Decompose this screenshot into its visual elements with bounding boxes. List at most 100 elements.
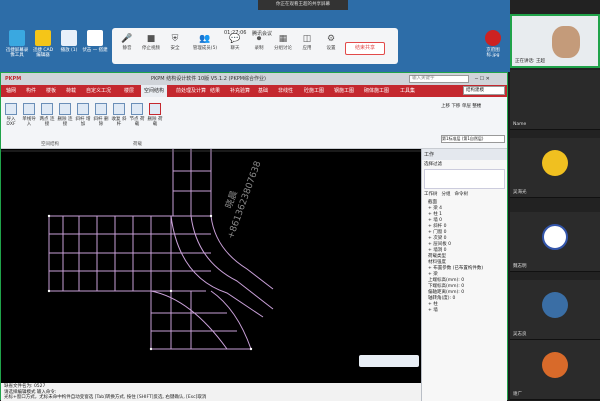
filter-label: 选择过滤	[424, 162, 442, 167]
camera-icon: ■	[146, 34, 156, 44]
menu-custom-case[interactable]: 自定义工况	[83, 85, 114, 97]
breakout-button[interactable]: ▦ 分组讨论	[272, 34, 294, 51]
menu-member[interactable]: 构件	[23, 85, 39, 97]
mute-button[interactable]: 🎤 静音	[116, 34, 138, 51]
two-point-connect-button[interactable]: 两点 连接	[39, 103, 55, 127]
ribbon: 导入 DXF 单线导入 两点 连接 删除 连接 斜杆 增加 斜杆 删除 收复 斜…	[1, 86, 507, 149]
panel-tabs: 工作树 分组 命令树	[422, 190, 507, 198]
record-button[interactable]: ⏺ 录制	[248, 34, 270, 51]
property-tree[interactable]: 截面 + 梁 4 + 柱 1 + 墙 0 + 斜杆 0 + 门窗 0 + 次梁 …	[422, 198, 507, 316]
desktop-icon-recorder[interactable]: 迅捷屏幕录像工具	[4, 30, 30, 58]
module-select[interactable]: 结构建模	[463, 86, 505, 95]
tab-group[interactable]: 分组	[442, 191, 451, 197]
single-floor-button[interactable]: 单层	[462, 104, 471, 109]
move-up-button[interactable]: 上移	[441, 104, 450, 109]
chat-icon: 💬	[229, 34, 241, 44]
menu-masonry-draw[interactable]: 砌体施工图	[361, 85, 392, 97]
menu-concrete-draw[interactable]: 砼施工图	[301, 85, 327, 97]
menu-floor[interactable]: 楼层	[121, 85, 137, 97]
cad-canvas[interactable]: 晓晨 +8613623807638	[1, 149, 421, 383]
menu-preprocess[interactable]: 前处理及计算	[173, 85, 209, 97]
avatar	[542, 292, 568, 318]
floor-group: 上移 下移 单层 整楼	[441, 103, 505, 109]
delete-brace-button[interactable]: 斜杆 删除	[93, 103, 109, 127]
security-button[interactable]: ⛨ 安全	[164, 34, 186, 51]
participant-tile[interactable]: 吴志良	[510, 280, 600, 340]
work-panel: 工作 选择过滤 工作树 分组 命令树 截面 + 梁 4 + 柱 1 + 墙 0 …	[421, 149, 507, 401]
menu-load[interactable]: 荷载	[63, 85, 79, 97]
participant-tile[interactable]: 吴海光	[510, 138, 600, 198]
desktop-icon-cad[interactable]: 迅捷 CAD 编辑器	[30, 30, 56, 58]
tab-work-tree[interactable]: 工作树	[424, 191, 438, 197]
mic-icon: 🎤	[121, 34, 133, 44]
desktop-icon-player[interactable]: 播放 (1)	[56, 30, 82, 53]
participant-tile[interactable]: 谢广	[510, 340, 600, 400]
node-load-icon	[131, 103, 143, 115]
tab-command-tree[interactable]: 命令树	[455, 191, 469, 197]
app-titlebar: PKPM PKPM 结构设计软件 10版 V5.1.2 (PKPM综合作业) 输…	[1, 73, 507, 85]
apps-icon: ◫	[302, 34, 312, 44]
node-load-button[interactable]: 节点 荷载	[129, 103, 145, 127]
share-notice: 你正在观看王超的共享屏幕	[258, 0, 348, 10]
menu-result[interactable]: 结果	[207, 85, 223, 97]
line-icon	[23, 103, 35, 115]
stop-video-button[interactable]: ■ 停止视频	[140, 34, 162, 51]
whole-floor-button[interactable]: 整楼	[472, 104, 481, 109]
app-logo: PKPM	[5, 76, 22, 82]
watermark: 晓晨 +8613623807638	[223, 160, 264, 241]
desktop-icon-image[interactable]: 京府图 标.jpg	[480, 30, 506, 58]
brace-delete-icon	[95, 103, 107, 115]
avatar	[542, 352, 568, 378]
menu-nonlinear[interactable]: 非线性	[275, 85, 296, 97]
participant-tile[interactable]: 魏志明	[510, 212, 600, 272]
connect-icon	[41, 103, 53, 115]
avatar	[542, 224, 568, 250]
import-icon	[5, 103, 17, 115]
restore-brace-button[interactable]: 收复 斜杆	[111, 103, 127, 127]
ribbon-group-space: 空间结构	[41, 142, 59, 147]
filter-options[interactable]	[424, 169, 505, 189]
participant-tile[interactable]: Name	[510, 70, 600, 130]
participant-tile-active[interactable]: 正在讲话: 王超	[510, 14, 600, 68]
restore-icon	[113, 103, 125, 115]
members-button[interactable]: 👥 管理成员(5)	[190, 34, 220, 51]
floor-select[interactable]: 第1标准层 (第1自然层)	[441, 135, 505, 143]
brace-icon	[77, 103, 89, 115]
apps-button[interactable]: ◫ 应用	[296, 34, 318, 51]
single-line-import-button[interactable]: 单线导入	[21, 103, 37, 127]
group-icon: ▦	[278, 34, 288, 44]
command-output: 缺省文件名为: 0527 请选择编辑模式 输入命令: 光标+窗口方式，尤标未命中…	[1, 383, 421, 401]
shield-icon: ⛨	[171, 34, 179, 44]
menu-slab[interactable]: 楼板	[43, 85, 59, 97]
move-down-button[interactable]: 下移	[451, 104, 460, 109]
speaker-video	[552, 26, 580, 58]
participant-list: 正在讲话: 王超 Name 吴海光 魏志明 吴志良 谢广	[510, 0, 600, 400]
search-input[interactable]: 输入关键字	[409, 75, 469, 83]
window-controls[interactable]: ─ ☐ ✕	[475, 73, 490, 85]
menu-space-structure[interactable]: 空间结构	[141, 85, 168, 97]
menu-steel-draw[interactable]: 钢施工图	[331, 85, 357, 97]
delete-load-button[interactable]: 删除 荷载	[147, 103, 163, 127]
pkpm-window: PKPM PKPM 结构设计软件 10版 V5.1.2 (PKPM综合作业) 输…	[0, 72, 508, 401]
menu-axis[interactable]: 轴网	[3, 85, 19, 97]
beam-grid	[48, 149, 274, 350]
app-title: PKPM 结构设计软件 10版 V5.1.2 (PKPM综合作业)	[151, 76, 267, 82]
node-points	[47, 214, 253, 351]
chat-button[interactable]: 💬 聊天	[224, 34, 246, 51]
members-icon: 👥	[199, 34, 211, 44]
import-dxf-button[interactable]: 导入 DXF	[3, 103, 19, 127]
menu-check[interactable]: 补充验算	[227, 85, 253, 97]
delete-icon	[59, 103, 71, 115]
end-share-button[interactable]: 结束共享	[345, 42, 385, 55]
avatar	[542, 150, 568, 176]
load-delete-icon	[149, 103, 161, 115]
ribbon-group-load: 荷载	[133, 142, 142, 147]
view-toolbar[interactable]	[359, 355, 419, 367]
settings-button[interactable]: ⚙ 设置	[320, 34, 342, 51]
desktop-icon-file[interactable]: 伏击 一 搭建	[82, 30, 108, 53]
add-brace-button[interactable]: 斜杆 增加	[75, 103, 91, 127]
menu-tools[interactable]: 工具集	[397, 85, 418, 97]
delete-connect-button[interactable]: 删除 连接	[57, 103, 73, 127]
tree-node[interactable]: + 墙	[428, 308, 501, 314]
menu-foundation[interactable]: 基础	[255, 85, 271, 97]
